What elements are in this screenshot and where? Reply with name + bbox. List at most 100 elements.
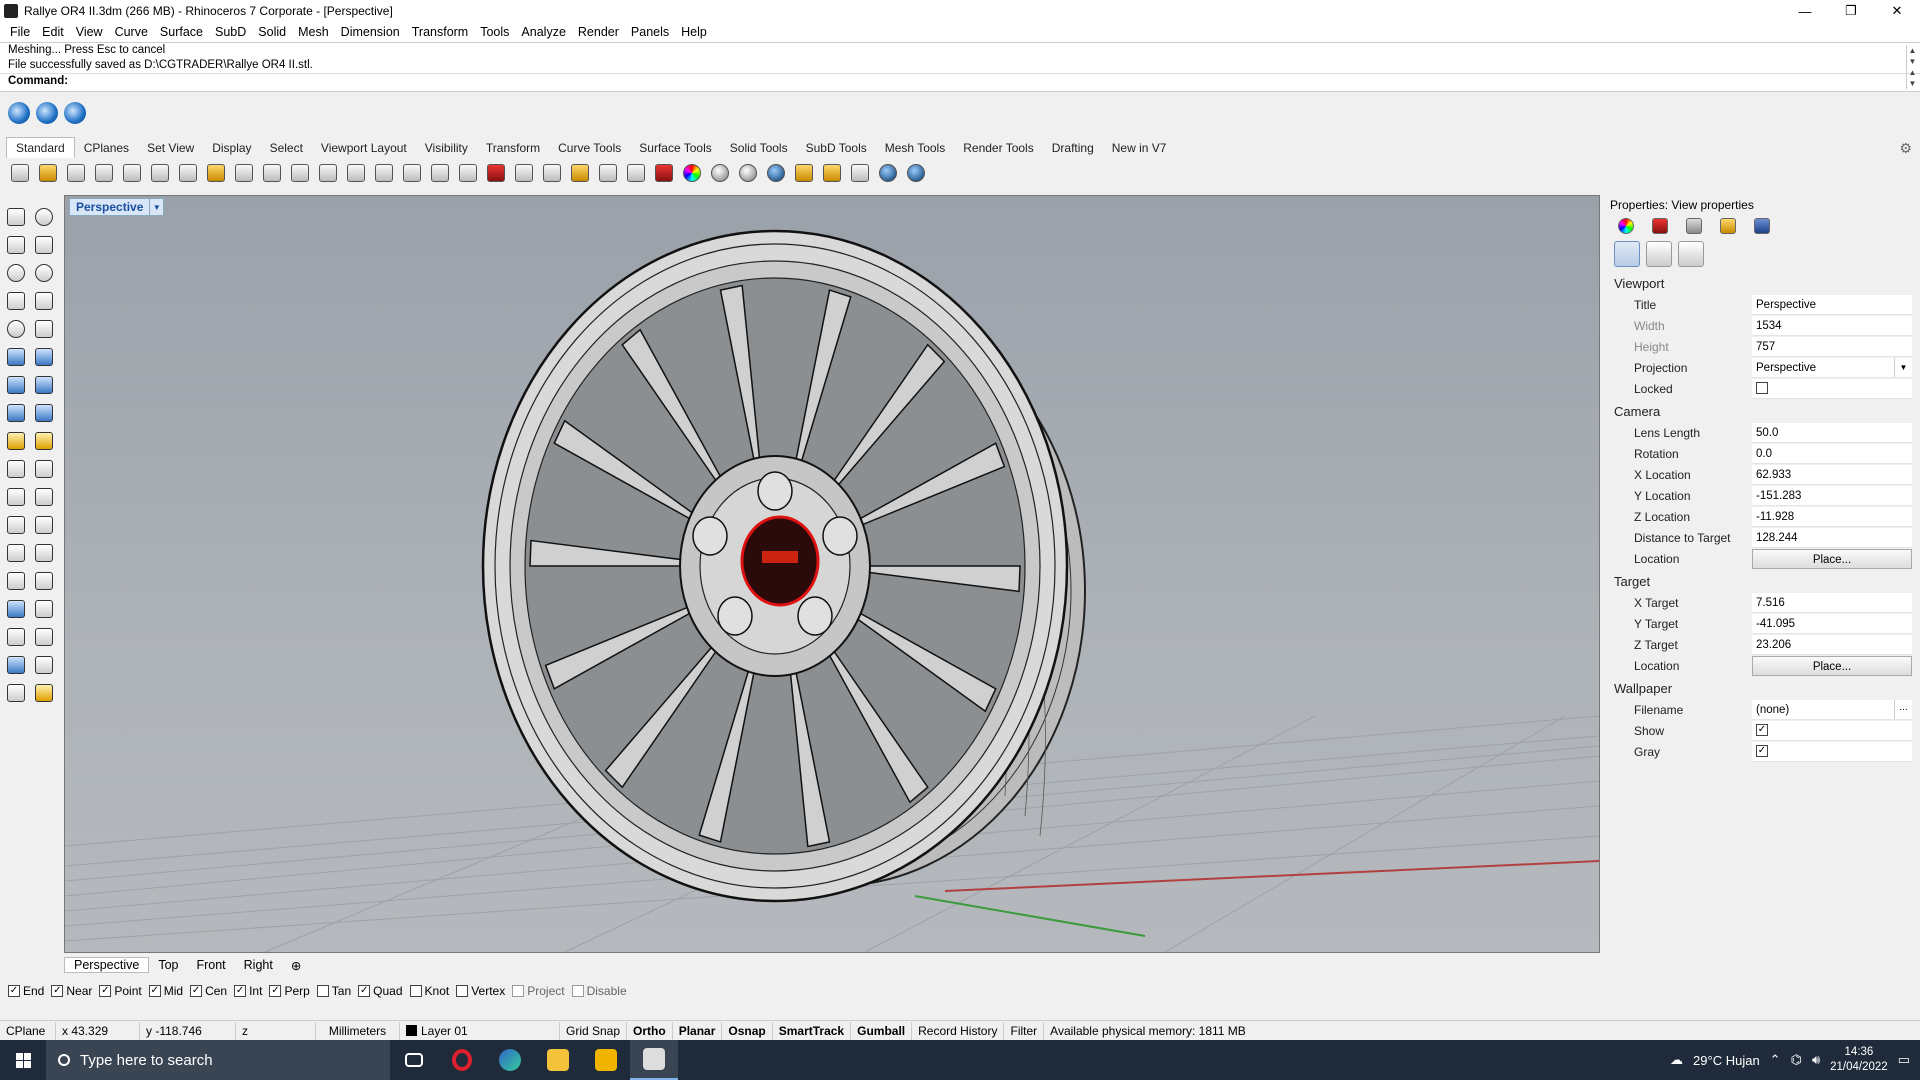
new-file-icon[interactable] bbox=[8, 161, 32, 185]
status-layer[interactable]: Layer 01 bbox=[400, 1021, 560, 1040]
y-location-field[interactable]: -151.283 bbox=[1752, 485, 1912, 506]
zoom-selected-icon[interactable] bbox=[400, 161, 424, 185]
status-planar[interactable]: Planar bbox=[673, 1021, 723, 1040]
options-gear-icon[interactable] bbox=[820, 161, 844, 185]
copy-icon[interactable] bbox=[176, 161, 200, 185]
osnap-checkbox[interactable] bbox=[316, 985, 329, 997]
menu-view[interactable]: View bbox=[70, 25, 109, 39]
perspective-viewport[interactable]: Perspective ▼ bbox=[64, 195, 1600, 953]
rhino-taskbar-icon[interactable] bbox=[630, 1040, 678, 1080]
rotate-view-icon[interactable] bbox=[288, 161, 312, 185]
select-arrow-icon[interactable] bbox=[4, 204, 28, 229]
rendered-sphere-icon[interactable] bbox=[736, 161, 760, 185]
freeform-curve-icon[interactable] bbox=[32, 316, 56, 341]
x-target-field[interactable]: 7.516 bbox=[1752, 592, 1912, 613]
menu-solid[interactable]: Solid bbox=[252, 25, 292, 39]
restore-button[interactable]: ❐ bbox=[1828, 0, 1874, 22]
osnap-cen[interactable]: ✓ Cen bbox=[190, 984, 227, 998]
rectangle-icon[interactable] bbox=[32, 288, 56, 313]
vptab-right[interactable]: Right bbox=[235, 958, 282, 972]
osnap-checkbox[interactable]: ✓ bbox=[190, 985, 203, 997]
chevron-up-icon[interactable]: ⌃ bbox=[1770, 1052, 1781, 1068]
tab-new-in-v7[interactable]: New in V7 bbox=[1103, 138, 1176, 158]
start-button[interactable] bbox=[0, 1040, 46, 1080]
osnap-checkbox[interactable] bbox=[571, 985, 584, 997]
shaded-sphere-icon[interactable] bbox=[708, 161, 732, 185]
osnap-quad[interactable]: ✓ Quad bbox=[358, 984, 403, 998]
osnap-checkbox[interactable]: ✓ bbox=[269, 985, 282, 997]
tab-visibility[interactable]: Visibility bbox=[416, 138, 477, 158]
zoom-window-icon[interactable] bbox=[344, 161, 368, 185]
status-osnap[interactable]: Osnap bbox=[722, 1021, 773, 1040]
analyze-icon[interactable] bbox=[4, 652, 28, 677]
browse-button[interactable]: ... bbox=[1894, 699, 1912, 719]
open-file-icon[interactable] bbox=[36, 161, 60, 185]
tab-curve-tools[interactable]: Curve Tools bbox=[549, 138, 630, 158]
z-target-field[interactable]: 23.206 bbox=[1752, 634, 1912, 655]
minimize-button[interactable]: — bbox=[1782, 0, 1828, 22]
solid-box-icon[interactable] bbox=[4, 596, 28, 621]
status-gumball[interactable]: Gumball bbox=[851, 1021, 913, 1040]
menu-subd[interactable]: SubD bbox=[209, 25, 252, 39]
locked-checkbox[interactable] bbox=[1756, 382, 1768, 395]
menu-help[interactable]: Help bbox=[675, 25, 713, 39]
pan-hand-icon[interactable] bbox=[260, 161, 284, 185]
menu-curve[interactable]: Curve bbox=[109, 25, 154, 39]
lock-icon[interactable] bbox=[624, 161, 648, 185]
osnap-checkbox[interactable]: ✓ bbox=[358, 985, 371, 997]
tab-transform[interactable]: Transform bbox=[477, 138, 549, 158]
box-icon[interactable] bbox=[4, 372, 28, 397]
join-icon[interactable] bbox=[32, 456, 56, 481]
cylinder-icon[interactable] bbox=[4, 400, 28, 425]
group-icon[interactable] bbox=[32, 624, 56, 649]
help-icon[interactable] bbox=[904, 161, 928, 185]
app-icon[interactable] bbox=[582, 1040, 630, 1080]
distance-to-target-field[interactable]: 128.244 bbox=[1752, 527, 1912, 548]
tab-set-view[interactable]: Set View bbox=[138, 138, 203, 158]
mesh-icon[interactable] bbox=[32, 400, 56, 425]
osnap-end[interactable]: ✓ End bbox=[8, 984, 44, 998]
light-bulb-icon[interactable] bbox=[596, 161, 620, 185]
display-icon[interactable] bbox=[1686, 218, 1702, 234]
filter-icon[interactable] bbox=[792, 161, 816, 185]
text-icon[interactable] bbox=[4, 540, 28, 565]
dimension-icon[interactable] bbox=[32, 596, 56, 621]
osnap-tan[interactable]: Tan bbox=[316, 984, 351, 998]
tab-drafting[interactable]: Drafting bbox=[1043, 138, 1103, 158]
menu-analyze[interactable]: Analyze bbox=[515, 25, 571, 39]
osnap-near[interactable]: ✓ Near bbox=[51, 984, 92, 998]
camera-place-button[interactable]: Place... bbox=[1752, 548, 1912, 569]
point-icon[interactable] bbox=[32, 204, 56, 229]
explode-icon[interactable] bbox=[4, 428, 28, 453]
surface-icon[interactable] bbox=[4, 344, 28, 369]
menu-file[interactable]: File bbox=[4, 25, 36, 39]
cplane-icon[interactable] bbox=[540, 161, 564, 185]
polygon-icon[interactable] bbox=[4, 288, 28, 313]
undo-view-icon[interactable] bbox=[428, 161, 452, 185]
osnap-project[interactable]: Project bbox=[512, 984, 565, 998]
menu-panels[interactable]: Panels bbox=[625, 25, 675, 39]
tab-display[interactable]: Display bbox=[203, 138, 260, 158]
offset-icon[interactable] bbox=[4, 512, 28, 537]
named-position-icon[interactable] bbox=[512, 161, 536, 185]
layer-icon[interactable] bbox=[652, 161, 676, 185]
export-icon[interactable] bbox=[120, 161, 144, 185]
zoom-extents-icon[interactable] bbox=[372, 161, 396, 185]
rotate-icon[interactable] bbox=[32, 568, 56, 593]
menu-edit[interactable]: Edit bbox=[36, 25, 70, 39]
task-view-icon[interactable] bbox=[390, 1040, 438, 1080]
osnap-mid[interactable]: ✓ Mid bbox=[148, 984, 183, 998]
render-sphere-icon[interactable] bbox=[764, 161, 788, 185]
polyline-icon[interactable] bbox=[4, 232, 28, 257]
x-location-field[interactable]: 62.933 bbox=[1752, 464, 1912, 485]
paste-icon[interactable] bbox=[204, 161, 228, 185]
menu-mesh[interactable]: Mesh bbox=[292, 25, 335, 39]
rhino-update-icon[interactable] bbox=[64, 102, 86, 124]
clock[interactable]: 14:36 21/04/2022 bbox=[1830, 1045, 1888, 1075]
osnap-checkbox[interactable] bbox=[512, 985, 525, 997]
status-smarttrack[interactable]: SmartTrack bbox=[773, 1021, 852, 1040]
osnap-checkbox[interactable]: ✓ bbox=[51, 985, 64, 997]
named-view-car-icon[interactable] bbox=[484, 161, 508, 185]
z-location-field[interactable]: -11.928 bbox=[1752, 506, 1912, 527]
ellipse-icon[interactable] bbox=[32, 260, 56, 285]
